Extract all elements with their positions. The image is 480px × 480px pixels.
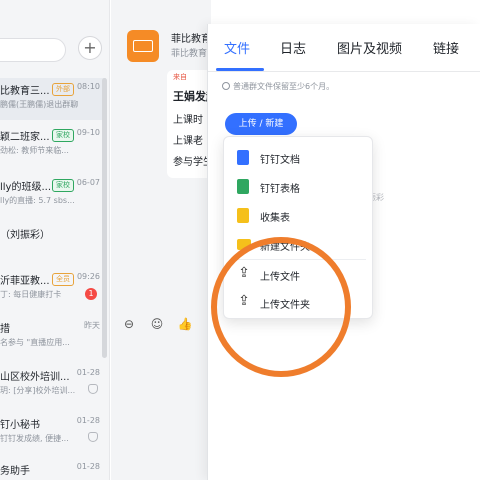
conversation-time: 01-28 — [76, 416, 100, 425]
conversation-item[interactable]: 沂菲亚教... 全员 09:26 丁: 每日健康打卡 1 — [0, 268, 106, 310]
menu-item-label: 新建文件夹 — [260, 242, 310, 253]
conversation-item[interactable]: 务助手 01-28 — [0, 458, 106, 480]
conversation-tag: 家校 — [52, 179, 74, 192]
conversation-title: 措 — [0, 324, 10, 335]
conversation-title: 务助手 — [0, 466, 30, 477]
upload-dropdown-menu: 钉钉文档 钉钉表格 收集表 新建文件夹 ⇪ 上传文件 ⇪ 上传文件夹 — [223, 136, 373, 319]
card-line: 上课时 — [173, 115, 203, 126]
emoji-icon[interactable]: ☺ — [149, 316, 165, 332]
menu-item-form[interactable]: 收集表 — [224, 200, 374, 230]
conversation-snippet: 劲松: 教师节来临... — [0, 146, 69, 155]
upload-folder-icon: ⇪ — [238, 293, 250, 309]
conversation-item[interactable]: 措 昨天 名参与 "直播应用... — [0, 316, 106, 358]
sheet-icon — [237, 179, 249, 194]
menu-item-label: 收集表 — [260, 213, 290, 224]
folder-icon — [237, 239, 251, 250]
message-actions: ⊖ ☺ 👍 — [121, 316, 217, 336]
conversation-item[interactable]: 比教育三... 外部 08:10 鹏儒(王鹏儒)退出群聊 — [0, 78, 106, 120]
unread-badge: 1 — [85, 288, 97, 300]
conversation-time: 09-10 — [76, 128, 100, 137]
group-avatar[interactable] — [127, 30, 159, 62]
menu-item-dingtalk-doc[interactable]: 钉钉文档 — [224, 142, 374, 172]
chat-area: 菲比教育 菲比教育 来自 王娟发起 上课时 上课老 参与学生 ⊖ ☺ 👍 — [111, 0, 287, 480]
add-button[interactable]: + — [78, 36, 102, 60]
book-icon — [133, 40, 153, 52]
conversation-snippet: 钉钉发成绩, 便捷... — [0, 434, 69, 443]
conversation-time: 01-28 — [76, 462, 100, 471]
tab-logs[interactable]: 日志 — [280, 38, 306, 57]
retention-note-text: 普通群文件保留至少6个月。 — [233, 82, 335, 91]
mute-icon — [88, 432, 98, 442]
tab-media[interactable]: 图片及视频 — [337, 38, 402, 57]
panel-tabs: 文件 日志 图片及视频 链接 — [208, 24, 480, 72]
like-icon[interactable]: 👍 — [177, 316, 193, 332]
active-tab-indicator — [216, 68, 264, 71]
menu-item-upload-folder[interactable]: ⇪ 上传文件夹 — [224, 287, 374, 317]
group-header: 菲比教育 菲比教育 — [111, 26, 211, 66]
upload-new-button[interactable]: 上传 / 新建 — [225, 113, 297, 135]
search-input[interactable] — [0, 38, 66, 62]
conversation-title: lly的班级... — [0, 182, 52, 193]
doc-icon — [237, 150, 249, 165]
conversation-time: 昨天 — [84, 321, 100, 330]
conversation-time: 09:26 — [76, 272, 100, 281]
conversation-item[interactable]: lly的班级... 家校 06-07 lly的直播: 5.7 sbs... — [0, 174, 106, 216]
conversation-tag: 外部 — [52, 83, 74, 96]
menu-item-upload-file[interactable]: ⇪ 上传文件 — [224, 259, 374, 289]
conversation-sidebar: + 比教育三... 外部 08:10 鹏儒(王鹏儒)退出群聊 颖二班家... 家… — [0, 0, 110, 480]
conversation-snippet: 玥: [分享]校外培训... — [0, 386, 76, 395]
conversation-title: 颖二班家... — [0, 132, 50, 143]
app-window: + 比教育三... 外部 08:10 鹏儒(王鹏儒)退出群聊 颖二班家... 家… — [0, 0, 480, 480]
conversation-tag: 全员 — [52, 273, 74, 286]
conversation-item[interactable]: 钉小秘书 01-28 钉钉发成绩, 便捷... — [0, 412, 106, 454]
tab-links[interactable]: 链接 — [433, 38, 459, 57]
conversation-snippet: lly的直播: 5.7 sbs... — [0, 196, 75, 205]
group-subtitle: 菲比教育 — [171, 49, 208, 59]
conversation-title: 钉小秘书 — [0, 420, 40, 431]
sidebar-scrollbar[interactable] — [102, 78, 107, 358]
conversation-item[interactable]: 颖二班家... 家校 09-10 劲松: 教师节来临... — [0, 124, 106, 166]
form-icon — [237, 208, 249, 223]
menu-item-label: 上传文件夹 — [260, 300, 310, 311]
tab-files[interactable]: 文件 — [224, 38, 250, 57]
menu-item-label: 上传文件 — [260, 272, 300, 283]
menu-item-label: 钉钉文档 — [260, 155, 300, 166]
conversation-time: 06-07 — [76, 178, 100, 187]
menu-item-new-folder[interactable]: 新建文件夹 — [224, 229, 374, 259]
card-source: 来自 — [173, 73, 187, 81]
mute-icon — [88, 384, 98, 394]
conversation-snippet: 鹏儒(王鹏儒)退出群聊 — [0, 100, 79, 109]
menu-item-label: 钉钉表格 — [260, 184, 300, 195]
conversation-item[interactable]: 山区校外培训... 01-28 玥: [分享]校外培训... — [0, 364, 106, 406]
conversation-title: （刘振彩） — [0, 230, 50, 241]
conversation-snippet: 丁: 每日健康打卡 — [0, 290, 62, 299]
card-line: 上课老 — [173, 136, 203, 147]
info-icon — [222, 82, 230, 90]
conversation-title: 比教育三... — [0, 86, 50, 97]
conversation-item[interactable]: （刘振彩） — [0, 222, 106, 264]
conversation-title: 沂菲亚教... — [0, 276, 50, 287]
retention-note: 普通群文件保留至少6个月。 — [222, 81, 334, 92]
menu-item-dingtalk-sheet[interactable]: 钉钉表格 — [224, 171, 374, 201]
upload-file-icon: ⇪ — [238, 265, 250, 281]
conversation-snippet: 名参与 "直播应用... — [0, 338, 70, 347]
conversation-time: 08:10 — [76, 82, 100, 91]
reply-icon[interactable]: ⊖ — [121, 316, 137, 332]
conversation-time: 01-28 — [76, 368, 100, 377]
conversation-tag: 家校 — [52, 129, 74, 142]
conversation-title: 山区校外培训... — [0, 372, 70, 383]
group-name: 菲比教育 — [171, 34, 211, 45]
